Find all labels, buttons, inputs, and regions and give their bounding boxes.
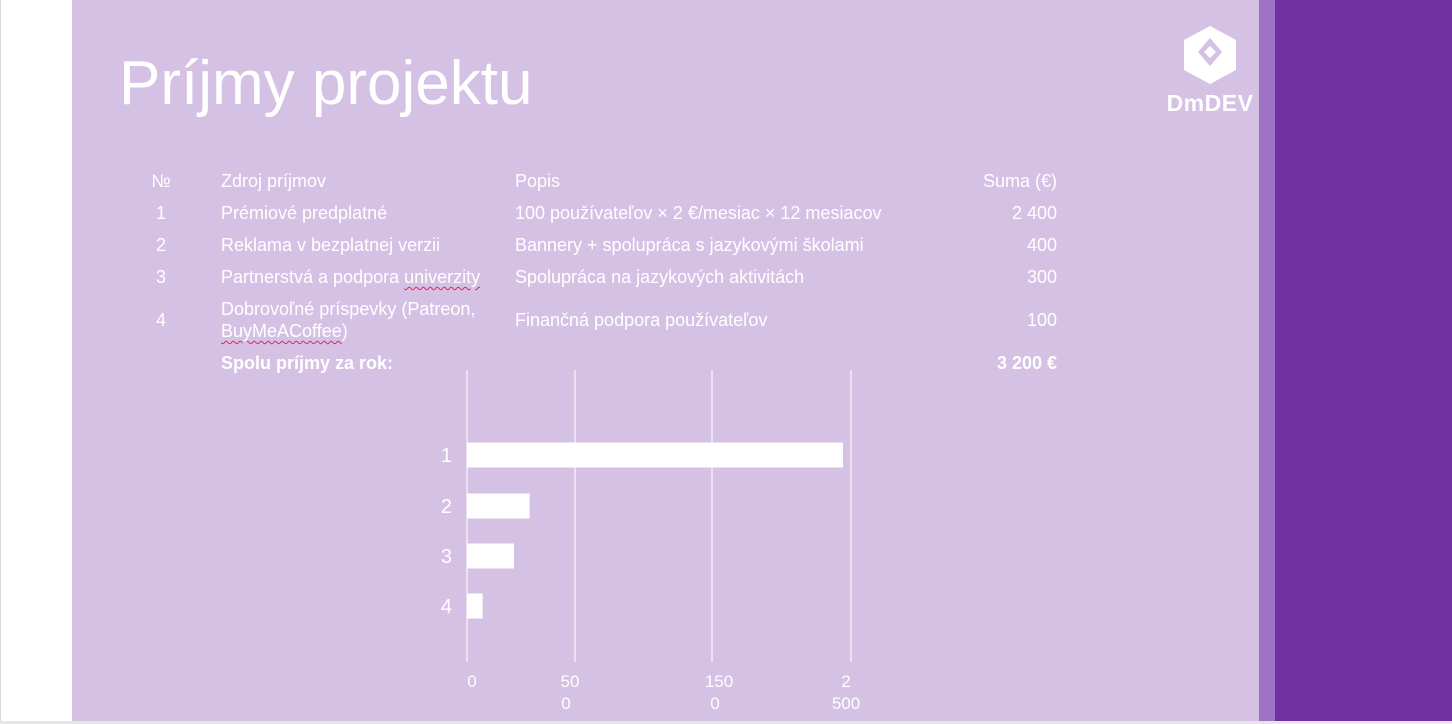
row-source: Reklama v bezplatnej verzii (221, 235, 441, 255)
header-amount: Suma (€) (982, 171, 1057, 191)
row-num: 2 (155, 235, 166, 255)
spellcheck-word: BuyMeACoffee (221, 321, 342, 341)
row-source-line1: Dobrovoľné príspevky (Patreon, (221, 299, 476, 319)
logo-text: DmDEV (1166, 90, 1254, 116)
total-label: Spolu príjmy za rok: (221, 353, 394, 373)
header-description: Popis (515, 171, 561, 191)
header-num: № (151, 171, 171, 191)
row-amount: 2 400 (1011, 203, 1057, 223)
row-source: Partnerstvá a podpora univerzity (221, 266, 480, 288)
accent-strip-dark (1275, 0, 1452, 724)
hexagon-logo-icon (1184, 26, 1236, 84)
row-description: 100 používateľov × 2 €/mesiac × 12 mesia… (515, 203, 882, 223)
row-amount: 300 (1026, 267, 1057, 287)
row-num: 3 (155, 267, 166, 287)
row-source-text: ) (341, 321, 348, 341)
accent-strip-light (1259, 0, 1275, 724)
row-num: 4 (155, 310, 166, 330)
spellcheck-word: univerzity (404, 267, 481, 287)
slide-title: Príjmy projektu (119, 49, 533, 118)
total-amount: 3 200 € (996, 353, 1057, 373)
row-amount: 400 (1026, 235, 1057, 255)
dmdev-logo: DmDEV (1160, 24, 1260, 116)
row-num: 1 (155, 203, 166, 223)
row-source: Prémiové predplatné (221, 203, 388, 223)
row-description: Finančná podpora používateľov (515, 310, 768, 330)
left-gutter (0, 0, 72, 724)
row-description: Bannery + spolupráca s jazykovými školam… (515, 235, 864, 255)
row-description: Spolupráca na jazykových aktivitách (515, 267, 805, 287)
row-source-text: Partnerstvá a podpora (221, 267, 405, 287)
row-source-line2: BuyMeACoffee) (221, 320, 348, 342)
header-source: Zdroj príjmov (221, 171, 327, 191)
row-amount: 100 (1026, 310, 1057, 330)
